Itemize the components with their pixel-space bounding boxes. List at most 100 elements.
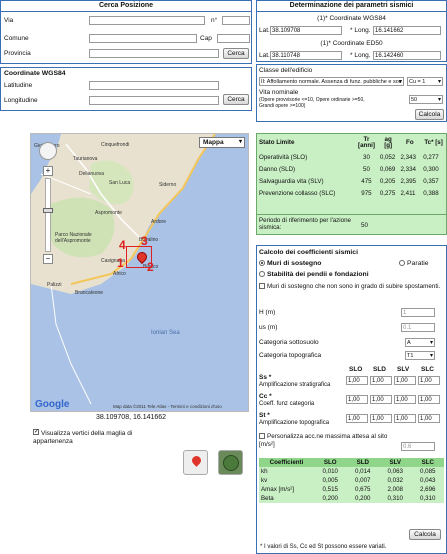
cell: 0,052 (379, 153, 396, 161)
zoom-out-button[interactable]: − (43, 254, 53, 264)
satellite-view-button[interactable] (218, 450, 243, 475)
cell: 50 (363, 165, 370, 173)
table-row: kh 0,010 0,014 0,063 0,085 (259, 467, 444, 476)
cell: 0,300 (423, 165, 439, 173)
cc-slo-input[interactable]: 1,00 (346, 395, 368, 404)
ss-slv-input[interactable]: 1,00 (394, 376, 416, 385)
col-head-slv: SLV (397, 366, 410, 373)
via-input[interactable] (89, 16, 205, 25)
cat-sottosuolo-select[interactable]: A (405, 338, 435, 347)
personalizza-input[interactable]: 0.6 (401, 442, 435, 451)
cc-sld-input[interactable]: 1,00 (370, 395, 392, 404)
cat-topografica-select[interactable]: T1 (405, 351, 435, 360)
vertices-checkbox[interactable]: ✓ Visualizza vertici della maglia di appa… (33, 429, 173, 446)
radio-icon[interactable] (259, 260, 265, 267)
ss-sld-input[interactable]: 1,00 (370, 376, 392, 385)
cell: 2,008 (387, 486, 403, 493)
place-marker-button[interactable] (183, 450, 208, 475)
period-value: 50 (361, 222, 368, 229)
radio-muri-label: Muri di sostegno (267, 260, 322, 267)
st-slo-input[interactable]: 1,00 (346, 414, 368, 423)
cell: 0,069 (379, 165, 396, 173)
ss-slc-input[interactable]: 1,00 (418, 376, 440, 385)
vita-select[interactable]: 50 (409, 95, 443, 104)
zoom-slider-track[interactable] (45, 178, 51, 252)
cell: 0,200 (322, 495, 338, 502)
comune-input[interactable] (89, 34, 197, 43)
classe-title: Classe dell'edificio (259, 67, 313, 74)
zoom-slider-handle[interactable] (43, 208, 53, 213)
checkbox-icon[interactable]: ✓ (33, 429, 39, 436)
checkbox-icon[interactable] (259, 433, 265, 440)
wgs-lon-input[interactable]: 16.141662 (373, 26, 441, 35)
place-label: Siderno (159, 182, 177, 188)
marker-label[interactable]: 4 (119, 238, 126, 252)
cell: 0,043 (420, 477, 436, 484)
calcola-params-button[interactable]: Calcola (415, 109, 444, 120)
search-coordinates-button[interactable]: Cerca (223, 94, 249, 105)
coeff-panel: Calcolo dei coefficienti sismici Muri di… (256, 245, 447, 554)
ed50-lat-input[interactable]: 38.110748 (270, 51, 342, 60)
map-canvas (31, 134, 248, 411)
number-input[interactable] (222, 16, 250, 25)
map[interactable]: Gioia Tauro Taurianova Cinquefrondi Deli… (30, 133, 249, 412)
col-head-slo: SLO (349, 366, 363, 373)
provincia-label: Provincia (4, 50, 31, 57)
search-panel-title: Cerca Posizione (98, 2, 154, 9)
pan-control[interactable] (39, 142, 57, 160)
st-slv-input[interactable]: 1,00 (394, 414, 416, 423)
muri-checkbox[interactable]: Muri di sostegno che non sono in grado d… (259, 283, 444, 291)
cu-select[interactable]: Cu = 1 (407, 77, 443, 86)
ss-sublabel: Amplificazione stratigrafica (259, 382, 331, 388)
cap-input[interactable] (217, 34, 250, 43)
personalizza-checkbox[interactable]: Personalizza acc.ne massima attesa al si… (259, 433, 394, 449)
wgs-title: (1)* Coordinate WGS84 (317, 15, 386, 22)
table-row: Amax [m/s²] 0,515 0,675 2,008 2,696 (259, 485, 444, 494)
st-slc-input[interactable]: 1,00 (418, 414, 440, 423)
cc-slv-input[interactable]: 1,00 (394, 395, 416, 404)
calcola-coeff-button[interactable]: Calcola (409, 529, 441, 540)
latitude-input[interactable] (89, 81, 219, 90)
radio-icon[interactable] (399, 260, 405, 267)
zoom-in-button[interactable]: + (43, 166, 53, 176)
map-copyright: Map data ©2011 Tele Atlas - Termini e co… (113, 404, 222, 409)
cell: 0,005 (322, 477, 338, 484)
h-label: H (m) (259, 309, 276, 316)
cat-sottosuolo-label: Categoria sottosuolo (259, 339, 319, 346)
muri-checkbox-label: Muri di sostegno che non sono in grado d… (267, 283, 441, 290)
st-sld-input[interactable]: 1,00 (370, 414, 392, 423)
h-input[interactable]: 1 (401, 308, 435, 317)
ionian-sea (31, 134, 248, 411)
radio-stabilita[interactable]: Stabilità dei pendii e fondazioni (259, 271, 369, 278)
us-input[interactable]: 0.1 (401, 323, 435, 332)
table-row: kv 0,005 0,007 0,032 0,043 (259, 476, 444, 485)
search-address-button[interactable]: Cerca (223, 48, 249, 59)
title-underline (1, 11, 251, 12)
params-panel-title: Determinazione dei parametri sismici (289, 2, 414, 9)
classe-select[interactable]: II: Affollamento normale. Assenza di fun… (259, 77, 404, 86)
radio-muri[interactable]: Muri di sostegno (259, 260, 321, 267)
vita-note-2: Grandi opere >=100) (259, 103, 306, 109)
table-row: Salvaguardia vita (SLV) 475 0,205 2,395 … (257, 175, 446, 187)
provincia-input[interactable] (89, 49, 219, 58)
longitude-input[interactable] (89, 96, 219, 105)
ed50-lon-input[interactable]: 16.142460 (373, 51, 441, 60)
table-row: Operatività (SLO) 30 0,052 2,343 0,277 (257, 151, 446, 163)
map-type-button[interactable]: Mappa ▾ (199, 137, 245, 148)
map-coordinates: 38.109708, 16.141662 (96, 414, 167, 421)
res-head: SLV (389, 459, 402, 466)
table-row: Beta 0,200 0,200 0,310 0,310 (259, 494, 444, 503)
mesh-outline (126, 246, 152, 268)
wgs-lat-input[interactable]: 38.109708 (270, 26, 342, 35)
cc-slc-input[interactable]: 1,00 (418, 395, 440, 404)
cell: 0,085 (420, 468, 436, 475)
checkbox-icon[interactable] (259, 283, 265, 290)
chevron-down-icon: ▾ (238, 139, 242, 145)
cell: 0,200 (355, 495, 371, 502)
ss-slo-input[interactable]: 1,00 (346, 376, 368, 385)
marker-label[interactable]: 1 (117, 256, 124, 270)
res-head: Coefficienti (269, 459, 304, 466)
radio-paratie[interactable]: Paratie (399, 260, 429, 267)
results-header-row: Coefficienti SLO SLD SLV SLC (259, 458, 444, 467)
radio-icon[interactable] (259, 271, 265, 278)
